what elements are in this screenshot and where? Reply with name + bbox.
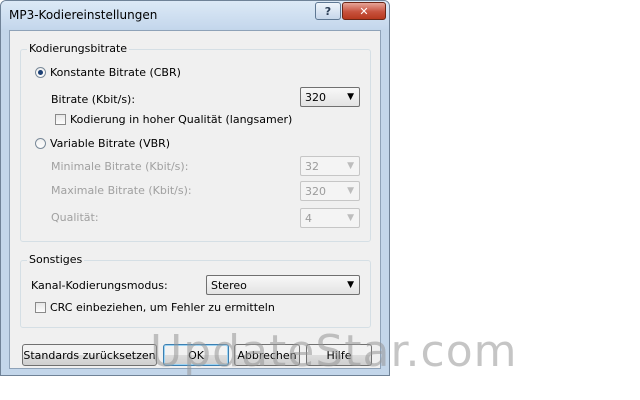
help-button[interactable]: Hilfe — [306, 344, 372, 366]
high-quality-label[interactable]: Kodierung in hoher Qualität (langsamer) — [70, 113, 292, 126]
encoding-group-title: Kodierungsbitrate — [27, 42, 130, 55]
chevron-down-icon: ▼ — [347, 280, 354, 290]
quality-label: Qualität: — [51, 211, 99, 224]
misc-group-title: Sonstiges — [27, 253, 85, 266]
chevron-down-icon: ▼ — [347, 92, 354, 102]
title-help-button[interactable]: ? — [315, 2, 341, 20]
window-title: MP3-Kodiereinstellungen — [9, 8, 158, 22]
dialog-window: MP3-Kodiereinstellungen ? ✕ Kodierungsbi… — [0, 0, 390, 376]
high-quality-checkbox[interactable] — [55, 114, 66, 125]
title-bar[interactable]: MP3-Kodiereinstellungen ? ✕ — [1, 1, 389, 29]
bitrate-label: Bitrate (Kbit/s): — [51, 93, 136, 106]
chevron-down-icon: ▼ — [347, 213, 354, 223]
channel-mode-dropdown[interactable]: Stereo ▼ — [206, 275, 360, 295]
cancel-button[interactable]: Abbrechen — [234, 344, 300, 366]
cbr-label[interactable]: Konstante Bitrate (CBR) — [50, 66, 181, 79]
chevron-down-icon: ▼ — [347, 186, 354, 196]
quality-value: 4 — [305, 212, 312, 225]
reset-defaults-button[interactable]: Standards zurücksetzen — [22, 344, 157, 366]
vbr-label[interactable]: Variable Bitrate (VBR) — [50, 137, 170, 150]
channel-mode-value: Stereo — [211, 279, 247, 292]
vbr-radio[interactable] — [35, 138, 46, 149]
channel-mode-label: Kanal-Kodierungsmodus: — [31, 279, 168, 292]
quality-dropdown[interactable]: 4 ▼ — [300, 208, 360, 228]
radio-selected-dot — [38, 70, 43, 75]
min-bitrate-value: 32 — [305, 160, 319, 173]
dialog-content: Kodierungsbitrate Konstante Bitrate (CBR… — [9, 30, 381, 369]
min-bitrate-dropdown[interactable]: 32 ▼ — [300, 156, 360, 176]
crc-label[interactable]: CRC einbeziehen, um Fehler zu ermitteln — [50, 301, 275, 314]
max-bitrate-label: Maximale Bitrate (Kbit/s): — [51, 184, 192, 197]
bitrate-dropdown[interactable]: 320 ▼ — [300, 87, 360, 107]
misc-group: Sonstiges Kanal-Kodierungsmodus: Stereo … — [20, 253, 371, 328]
bitrate-value: 320 — [305, 91, 326, 104]
crc-checkbox[interactable] — [35, 302, 46, 313]
chevron-down-icon: ▼ — [347, 161, 354, 171]
close-button[interactable]: ✕ — [342, 2, 386, 20]
max-bitrate-dropdown[interactable]: 320 ▼ — [300, 181, 360, 201]
encoding-bitrate-group: Kodierungsbitrate Konstante Bitrate (CBR… — [20, 42, 371, 242]
min-bitrate-label: Minimale Bitrate (Kbit/s): — [51, 160, 189, 173]
ok-button[interactable]: OK — [163, 344, 229, 366]
max-bitrate-value: 320 — [305, 185, 326, 198]
cbr-radio[interactable] — [35, 67, 46, 78]
